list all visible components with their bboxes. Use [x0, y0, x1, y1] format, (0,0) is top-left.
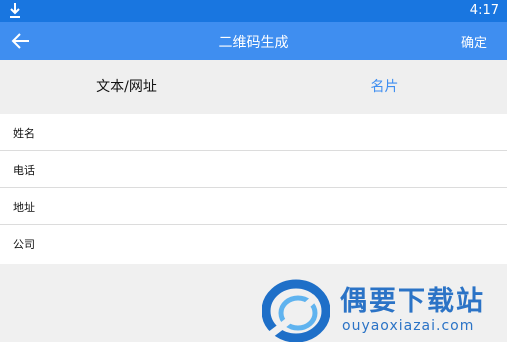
name-label: 姓名: [13, 127, 35, 140]
name-input[interactable]: [60, 118, 494, 148]
watermark-title: 偶要下载站: [340, 286, 485, 317]
address-field-row: 地址: [0, 188, 507, 225]
company-label: 公司: [13, 238, 35, 251]
status-bar: 4:17: [0, 0, 507, 22]
watermark: 偶要下载站 ouyaoxiazai.com: [262, 275, 507, 342]
watermark-logo-icon: [262, 279, 330, 342]
watermark-url: ouyaoxiazai.com: [342, 318, 475, 334]
company-input[interactable]: [60, 229, 494, 259]
confirm-button[interactable]: 确定: [461, 32, 487, 51]
business-card-form: 姓名 电话 地址 公司: [0, 114, 507, 264]
page-title: 二维码生成: [218, 35, 289, 51]
tab-bar: 文本/网址 名片: [0, 60, 507, 114]
address-input[interactable]: [60, 192, 494, 222]
tab-text-url[interactable]: 文本/网址: [0, 60, 253, 114]
status-time: 4:17: [469, 3, 499, 18]
app-bar: 二维码生成 确定: [0, 22, 507, 60]
download-icon: [10, 3, 20, 18]
name-field-row: 姓名: [0, 114, 507, 151]
tab-business-card[interactable]: 名片: [258, 60, 507, 114]
phone-label: 电话: [13, 164, 35, 177]
company-field-row: 公司: [0, 225, 507, 264]
address-label: 地址: [13, 201, 35, 214]
phone-input[interactable]: [60, 155, 494, 185]
phone-field-row: 电话: [0, 151, 507, 188]
